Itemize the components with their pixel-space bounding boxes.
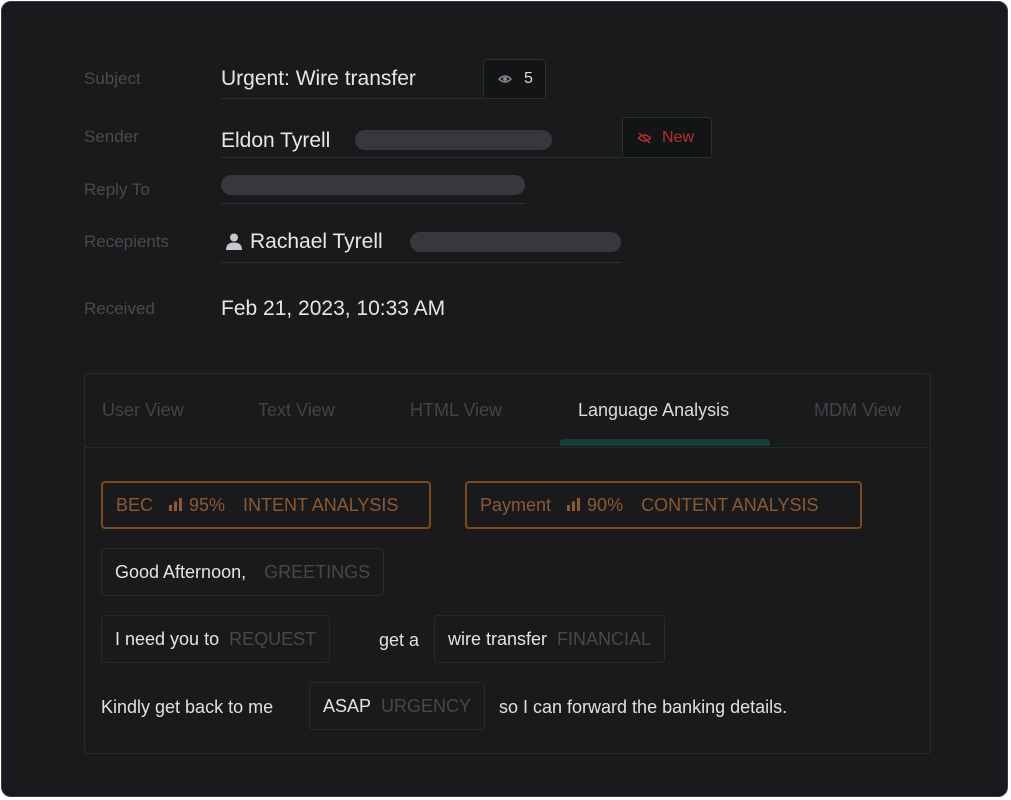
financial-chip[interactable]: wire transfer FINANCIAL [434,615,666,663]
tab-html-view[interactable]: HTML View [410,400,502,421]
sender-underline [221,157,622,158]
financial-text: wire transfer [448,628,548,649]
bar-chart-icon [169,495,183,516]
connector-text: get a [379,630,420,650]
reply-to-label: Reply To [84,180,150,199]
sender-name: Eldon Tyrell [221,129,331,152]
closing-prefix: Kindly get back to me [101,697,274,717]
analysis-panel: User View Text View HTML View Language A… [84,373,931,754]
reply-to-redacted [221,175,525,195]
tab-text-view[interactable]: Text View [258,400,335,421]
recipient-name: Rachael Tyrell [250,230,383,253]
content-analysis-chip: Payment 90% CONTENT ANALYSIS [465,481,862,529]
sender-label: Sender [84,127,139,146]
recipients-label: Recepients [84,232,170,251]
urgency-text: ASAP [323,695,372,716]
intent-category: INTENT ANALYSIS [243,494,399,515]
subject-label: Subject [84,69,141,88]
request-text: I need you to [115,628,220,649]
bar-chart-icon [567,495,581,516]
request-tag: REQUEST [229,628,317,649]
urgency-chip[interactable]: ASAP URGENCY [309,682,486,730]
subject-underline [221,98,483,99]
content-percent: 90% [587,494,624,515]
intent-percent: 95% [189,494,226,515]
content-category: CONTENT ANALYSIS [641,494,819,515]
request-chip[interactable]: I need you to REQUEST [101,615,331,663]
active-tab-indicator [560,439,770,446]
tab-bar: User View Text View HTML View Language A… [85,374,930,448]
reply-to-underline [221,203,525,204]
email-details-card: Subject Urgent: Wire transfer 5 Sender E… [1,1,1008,797]
tab-user-view[interactable]: User View [102,400,184,421]
greeting-chip[interactable]: Good Afternoon, GREETINGS [101,548,385,596]
greeting-text: Good Afternoon, [115,561,247,582]
closing-suffix: so I can forward the banking details. [499,697,788,717]
tab-language-analysis[interactable]: Language Analysis [578,400,729,421]
eye-icon [498,74,512,84]
content-label: Payment [480,494,552,515]
financial-tag: FINANCIAL [557,628,652,649]
recipient-email-redacted [410,232,621,252]
tab-mdm-view[interactable]: MDM View [814,400,901,421]
user-icon [226,233,242,255]
received-value: Feb 21, 2023, 10:33 AM [221,297,446,320]
sender-email-redacted [355,130,552,150]
greeting-tag: GREETINGS [264,561,371,582]
received-label: Received [84,299,155,318]
new-badge-label: New [662,128,695,146]
subject-value: Urgent: Wire transfer [221,67,416,90]
eye-off-icon [637,131,652,144]
intent-label: BEC [116,494,154,515]
urgency-tag: URGENCY [381,695,472,716]
view-count-pill[interactable]: 5 [483,59,546,99]
recipients-underline [221,262,622,263]
view-count: 5 [524,70,533,87]
intent-analysis-chip: BEC 95% INTENT ANALYSIS [101,481,431,529]
new-sender-badge[interactable]: New [622,117,712,158]
